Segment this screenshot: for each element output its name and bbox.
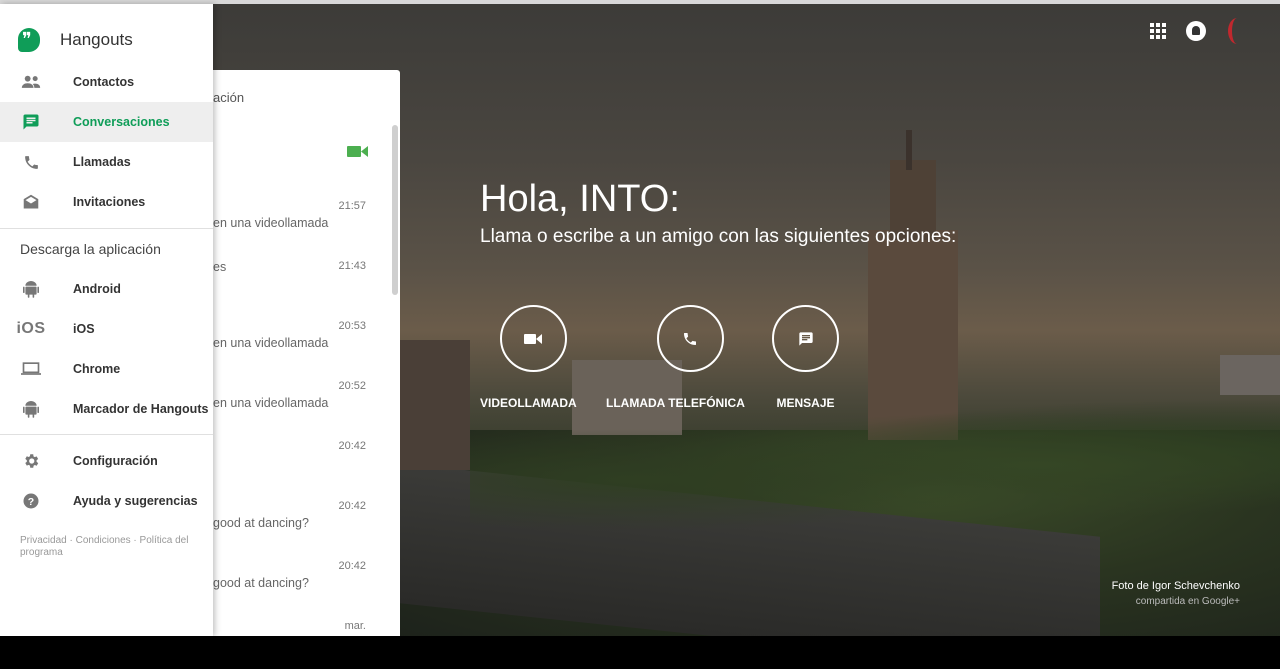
conversation-time: 20:53 [338,320,366,332]
avatar[interactable] [1224,18,1246,44]
scrollbar[interactable] [392,125,398,295]
conversation-time: mar. [344,620,366,632]
nav-item-contacts[interactable]: Contactos [0,62,213,102]
nav-item-invitations[interactable]: Invitaciones [0,182,213,222]
svg-text:?: ? [28,496,34,508]
greeting: Hola, INTO: [480,178,680,220]
phone-call-label: LLAMADA TELEFÓNICA [606,396,745,410]
conversation-snippet: good at dancing? [213,576,309,590]
download-label: Chrome [73,362,121,376]
conversation-snippet: good at dancing? [213,516,309,530]
download-chrome[interactable]: Chrome [0,349,213,389]
footer-links: Privacidad · Condiciones · Política del … [20,535,200,559]
conversation-snippet: en una videollamada [213,396,329,410]
message-icon [20,111,42,133]
video-call-label: VIDEOLLAMADA [480,396,577,410]
message-button[interactable] [772,305,839,372]
privacy-link[interactable]: Privacidad [20,535,67,546]
laptop-icon [20,358,42,380]
message-action[interactable]: MENSAJE [772,305,839,410]
conversation-snippet: en una videollamada [213,336,329,350]
nav-item-label: Configuración [73,454,158,468]
conversation-time: 21:57 [338,200,366,212]
help-icon: ? [20,490,42,512]
people-icon [20,71,42,93]
nav-item-calls[interactable]: Llamadas [0,142,213,182]
app-name: Hangouts [60,30,133,49]
ios-icon: iOS [16,320,46,337]
nav-item-conversations[interactable]: Conversaciones [0,102,213,142]
phone-icon [684,332,697,345]
download-ios[interactable]: iOS iOS [0,309,213,349]
download-label: Android [73,282,121,296]
conversation-list-header: ación [213,90,245,105]
footer-separator: · [130,535,140,546]
photo-credit: Foto de Igor Schevchenko compartida en G… [1112,580,1240,607]
phone-icon [20,151,42,173]
conversation-time: 21:43 [338,260,366,272]
notifications-icon[interactable] [1186,21,1206,41]
navigation-drawer: Hangouts Contactos Conversaciones Llamad… [0,4,213,636]
new-video-call-icon[interactable] [347,145,368,163]
conversation-time: 20:42 [338,560,366,572]
conversation-snippet: en una videollamada [213,216,329,230]
download-label: Marcador de Hangouts [73,402,209,416]
video-call-button[interactable] [499,305,567,372]
gear-icon [20,450,42,472]
video-call-action[interactable]: VIDEOLLAMADA [480,305,577,410]
footer-separator: · [66,535,76,546]
app-brand[interactable]: Hangouts [18,27,133,52]
nav-item-label: Invitaciones [73,195,146,209]
conversation-time: 20:52 [338,380,366,392]
photo-credit-source: compartida en Google+ [1135,596,1240,607]
nav-item-label: Llamadas [73,155,131,169]
welcome-section: Hola, INTO: Llama o escribe a un amigo c… [480,176,956,248]
nav-item-settings[interactable]: Configuración [0,441,213,481]
android-icon [20,398,42,420]
message-label: MENSAJE [776,396,835,410]
nav-item-label: Conversaciones [73,115,170,129]
envelope-icon [20,191,42,213]
android-icon [20,278,42,300]
message-icon [798,331,813,346]
download-android[interactable]: Android [0,269,213,309]
phone-call-button[interactable] [656,305,724,372]
welcome-subtitle: Llama o escribe a un amigo con las sigui… [480,226,957,247]
photo-credit-author[interactable]: Foto de Igor Schevchenko [1112,580,1240,592]
call-actions: VIDEOLLAMADA LLAMADA TELEFÓNICA MENSAJE [480,305,880,415]
download-label: iOS [73,322,95,336]
nav-item-label: Ayuda y sugerencias [73,494,198,508]
divider [0,434,213,435]
download-section-title: Descarga la aplicación [20,241,161,257]
terms-link[interactable]: Condiciones [76,535,131,546]
conversation-snippet: es [213,260,227,274]
nav-item-help[interactable]: ? Ayuda y sugerencias [0,481,213,521]
video-icon [524,333,543,344]
phone-call-action[interactable]: LLAMADA TELEFÓNICA [606,305,745,410]
apps-grid-icon[interactable] [1148,21,1168,41]
nav-item-label: Contactos [73,75,135,89]
download-hangouts-dialer[interactable]: Marcador de Hangouts [0,389,213,429]
top-right-toolbar [1148,18,1246,44]
divider [0,228,213,229]
bottom-bar [0,636,1280,669]
conversation-time: 20:42 [338,500,366,512]
conversation-time: 20:42 [338,440,366,452]
hangouts-logo-icon [18,27,40,52]
